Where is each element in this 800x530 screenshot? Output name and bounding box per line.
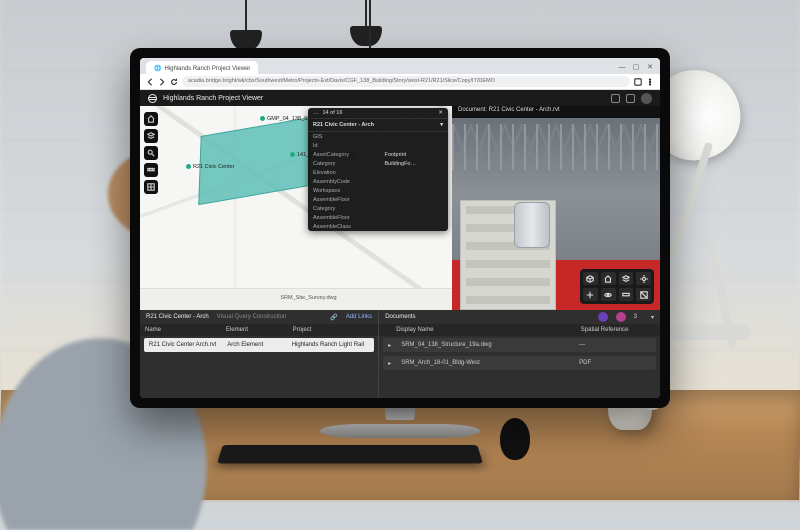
documents-tab[interactable]: Documents xyxy=(385,314,415,320)
map-toolbar xyxy=(144,112,158,194)
bottom-panel: R21 Civic Center - Arch Visual Query Con… xyxy=(140,310,660,398)
app-title: Highlands Ranch Project Viewer xyxy=(163,95,263,102)
viewer-settings-icon[interactable] xyxy=(636,272,651,285)
header-tool-icon[interactable] xyxy=(611,94,620,103)
property-row: AssetCategoryFootprint xyxy=(308,150,448,159)
property-row: Id xyxy=(308,141,448,150)
document-label: Document: R21 Civic Center - Arch.rvt xyxy=(452,106,660,118)
address-bar[interactable]: acadia.bridge.bright/wk/cbs/Southwest/Me… xyxy=(182,76,630,87)
close-icon[interactable]: ✕ xyxy=(646,64,654,72)
window-controls: — ▢ ✕ xyxy=(618,64,654,74)
link-icon: 🔗 xyxy=(330,314,337,321)
app-root: Highlands Ranch Project Viewer GMP_04_13… xyxy=(140,90,660,398)
maximize-icon[interactable]: ▢ xyxy=(632,64,640,72)
timeline-strip[interactable]: SRM_Site_Survey.dwg xyxy=(140,288,452,310)
item-count: 14 of 16 xyxy=(323,110,343,116)
property-row: AssembleFloor xyxy=(308,195,448,204)
reload-icon[interactable] xyxy=(170,78,178,86)
filter-pill[interactable] xyxy=(616,312,626,322)
tab-title: Highlands Ranch Project Viewer xyxy=(164,66,250,72)
properties-panel: … 14 of 16 ✕ R21 Civic Center - Arch ▾ G… xyxy=(308,108,448,231)
map-tool-search[interactable] xyxy=(144,146,158,160)
link-row[interactable]: R21 Civic Center Arch.rvt Arch Element H… xyxy=(144,338,374,352)
property-row: Category xyxy=(308,204,448,213)
filter-pill[interactable] xyxy=(598,312,608,322)
map-tool-basemap[interactable] xyxy=(144,180,158,194)
map-2d-view[interactable]: GMP_04_138_Structure_19a.dwg R21 Civic C… xyxy=(140,106,452,288)
viewer-pan-icon[interactable] xyxy=(583,288,598,301)
filter-count: 3 xyxy=(634,314,637,320)
viewer-toolbar xyxy=(580,269,654,304)
browser-toolbar: acadia.bridge.bright/wk/cbs/Southwest/Me… xyxy=(140,74,660,90)
monitor-bezel: 🌐 Highlands Ranch Project Viewer — ▢ ✕ a… xyxy=(130,48,670,408)
browser-tab-bar: 🌐 Highlands Ranch Project Viewer — ▢ ✕ xyxy=(140,58,660,74)
property-row: AssembleClass xyxy=(308,222,448,231)
map-tool-layers[interactable] xyxy=(144,129,158,143)
forward-icon[interactable] xyxy=(158,78,166,86)
panel-close-icon[interactable]: ✕ xyxy=(438,110,443,116)
property-row: CategoryBuildingFo… xyxy=(308,159,448,168)
app-header: Highlands Ranch Project Viewer xyxy=(140,90,660,106)
property-row: Elevation xyxy=(308,168,448,177)
map-feature-tag[interactable]: R21 Civic Center xyxy=(186,164,235,170)
document-row[interactable]: ▸ SRM_Arch_18-01_Bldg-West PDF xyxy=(383,356,656,370)
map-tool-measure[interactable] xyxy=(144,163,158,177)
links-panel: R21 Civic Center - Arch Visual Query Con… xyxy=(140,310,379,398)
collapse-icon[interactable]: ▾ xyxy=(651,314,654,321)
map-tool-home[interactable] xyxy=(144,112,158,126)
avatar[interactable] xyxy=(641,93,652,104)
add-links-button[interactable]: Add Links xyxy=(346,314,372,320)
timeline-marker: SRM_Site_Survey.dwg xyxy=(280,295,336,301)
model-truss xyxy=(452,124,660,170)
document-row[interactable]: ▸ SRM_04_138_Structure_19a.dwg — xyxy=(383,338,656,352)
property-row: AssemblyCode xyxy=(308,177,448,186)
viewer-home-icon[interactable] xyxy=(601,272,616,285)
chevron-down-icon[interactable]: ▾ xyxy=(440,122,443,128)
documents-headers: Display Name Spatial Reference xyxy=(379,324,660,336)
screen: 🌐 Highlands Ranch Project Viewer — ▢ ✕ a… xyxy=(140,58,660,398)
header-tool-icon[interactable] xyxy=(626,94,635,103)
left-column: GMP_04_138_Structure_19a.dwg R21 Civic C… xyxy=(140,106,452,310)
back-icon[interactable] xyxy=(146,78,154,86)
globe-icon xyxy=(148,94,157,103)
viewer-cube-icon[interactable] xyxy=(583,272,598,285)
bottom-tab-selected[interactable]: R21 Civic Center - Arch xyxy=(146,314,209,320)
viewer-layers-icon[interactable] xyxy=(619,272,634,285)
viewer-orbit-icon[interactable] xyxy=(601,288,616,301)
viewer-section-icon[interactable] xyxy=(636,288,651,301)
minimize-icon[interactable]: — xyxy=(618,64,626,72)
menu-icon[interactable] xyxy=(646,78,654,86)
viewer-measure-icon[interactable] xyxy=(619,288,634,301)
properties-title: R21 Civic Center - Arch xyxy=(313,122,374,128)
mouse xyxy=(500,418,530,460)
model-atrium xyxy=(514,202,550,248)
bottom-tab[interactable]: Visual Query Construction xyxy=(217,314,287,320)
extension-icon[interactable] xyxy=(634,78,642,86)
documents-panel: Documents 3 ▾ Display Name Spatial Refer… xyxy=(379,310,660,398)
globe-icon: 🌐 xyxy=(154,65,161,72)
property-row: AssembleFloor xyxy=(308,213,448,222)
browser-tab[interactable]: 🌐 Highlands Ranch Project Viewer xyxy=(146,61,258,74)
main-split: GMP_04_138_Structure_19a.dwg R21 Civic C… xyxy=(140,106,660,310)
property-row: GIS xyxy=(308,132,448,141)
links-headers: Name Element Project xyxy=(140,324,378,336)
breadcrumb-icon[interactable]: … xyxy=(313,110,319,116)
property-row: Workspace xyxy=(308,186,448,195)
model-3d-view[interactable]: Document: R21 Civic Center - Arch.rvt xyxy=(452,106,660,310)
